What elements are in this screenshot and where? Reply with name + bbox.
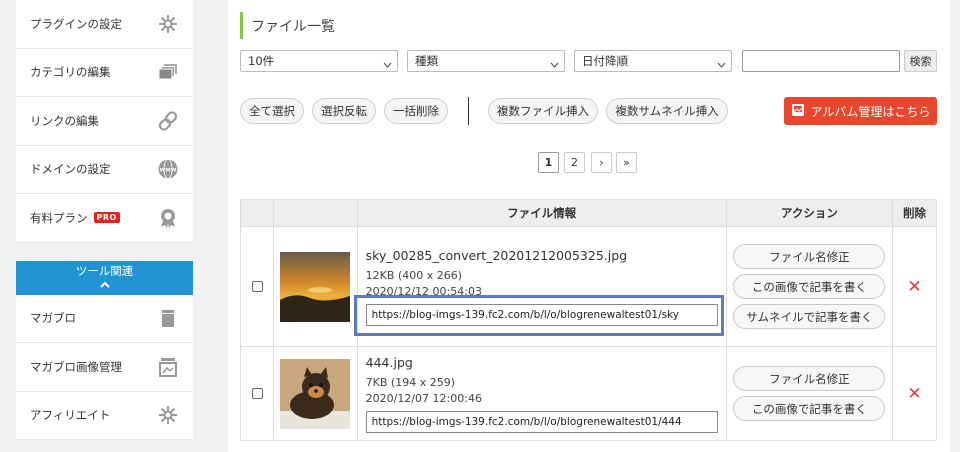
count-select-value: 10件	[248, 54, 275, 68]
sidebar-item-label: アフィリエイト	[30, 408, 111, 423]
insert-multiple-files-button[interactable]: 複数ファイル挿入	[488, 98, 598, 124]
page-title: ファイル一覧	[240, 12, 335, 39]
sort-select-value: 日付降順	[582, 54, 628, 68]
file-url-field[interactable]: https://blog-imgs-139.fc2.com/b/l/o/blog…	[365, 410, 718, 433]
table-header-row: ファイル情報 アクション 削除	[239, 199, 937, 227]
sidebar-item-magablo[interactable]: マガブロ	[16, 295, 193, 343]
chevron-up-icon	[99, 278, 110, 291]
sidebar-item-plugin[interactable]: プラグインの設定	[16, 0, 193, 49]
row-checkbox[interactable]	[251, 281, 263, 292]
thumbnail-image[interactable]	[280, 251, 351, 322]
sidebar: プラグインの設定 カテゴリの編集 リンクの編集 ドメインの設定 www 有料プラ…	[16, 0, 193, 440]
image-manage-icon	[157, 356, 179, 378]
pro-badge: PRO	[93, 212, 120, 224]
sidebar-item-label: ドメインの設定	[30, 162, 111, 177]
divider	[468, 97, 469, 125]
gear-icon	[157, 404, 179, 426]
album-button-label: アルバム管理はこちら	[810, 104, 931, 119]
link-icon	[157, 110, 179, 132]
table-header-checkbox	[239, 199, 275, 227]
svg-text:www: www	[160, 167, 177, 174]
sidebar-item-affiliate[interactable]: アフィリエイト	[16, 392, 193, 440]
row-checkbox[interactable]	[251, 388, 263, 399]
gear-icon	[157, 13, 179, 35]
tools-menu: マガブロ マガブロ画像管理 アフィリエイト	[16, 294, 193, 440]
table-row: 444.jpg 7KB (194 x 259) 2020/12/07 12:00…	[239, 346, 937, 441]
settings-menu: プラグインの設定 カテゴリの編集 リンクの編集 ドメインの設定 www 有料プラ…	[16, 0, 193, 243]
page-2-button[interactable]: 2	[564, 152, 585, 173]
write-article-with-image-button[interactable]: この画像で記事を書く	[733, 396, 886, 421]
album-icon	[791, 103, 805, 120]
tools-header-label: ツール関連	[75, 263, 134, 278]
sidebar-item-label: 有料プラン	[30, 210, 88, 225]
trash-icon	[157, 307, 179, 329]
file-size: 7KB (194 x 259)	[365, 375, 455, 389]
chevron-down-icon	[550, 57, 559, 68]
page-1-button[interactable]: 1	[538, 152, 559, 173]
chevron-down-icon	[383, 57, 392, 68]
sidebar-item-domain[interactable]: ドメインの設定 www	[16, 146, 193, 194]
sidebar-item-magablo-images[interactable]: マガブロ画像管理	[16, 343, 193, 392]
album-manage-button[interactable]: アルバム管理はこちら	[784, 97, 937, 125]
type-select[interactable]: 種類	[407, 50, 565, 72]
delete-icon[interactable]: ✕	[893, 277, 936, 297]
table-header-action: アクション	[725, 199, 894, 227]
sidebar-item-category[interactable]: カテゴリの編集	[16, 49, 193, 97]
chevron-down-icon	[717, 57, 726, 68]
sort-select[interactable]: 日付降順	[574, 50, 732, 72]
rename-file-button[interactable]: ファイル名修正	[733, 366, 886, 391]
bulk-delete-button[interactable]: 一括削除	[384, 98, 448, 124]
sidebar-item-label: カテゴリの編集	[30, 65, 111, 80]
file-date: 2020/12/07 12:00:46	[365, 391, 482, 405]
file-url-field[interactable]: https://blog-imgs-139.fc2.com/b/l/o/blog…	[365, 303, 718, 326]
sidebar-item-label: プラグインの設定	[30, 16, 122, 31]
file-table: ファイル情報 アクション 削除 sky_00285_convert_202012…	[239, 199, 937, 441]
search-button[interactable]: 検索	[904, 50, 937, 72]
sidebar-item-label: リンクの編集	[30, 113, 99, 128]
last-page-button[interactable]: »	[616, 152, 637, 173]
rename-file-button[interactable]: ファイル名修正	[733, 244, 886, 269]
file-size: 12KB (400 x 266)	[365, 268, 462, 282]
write-article-with-thumbnail-button[interactable]: サムネイルで記事を書く	[733, 304, 886, 329]
sidebar-item-label: マガブロ画像管理	[30, 359, 122, 374]
folders-icon	[157, 61, 179, 83]
thumbnail-image[interactable]	[280, 358, 351, 429]
insert-multiple-thumbnails-button[interactable]: 複数サムネイル挿入	[606, 98, 728, 124]
delete-icon[interactable]: ✕	[893, 384, 936, 404]
count-select[interactable]: 10件	[240, 50, 398, 72]
type-select-value: 種類	[415, 54, 438, 68]
sidebar-item-paid-plan[interactable]: 有料プラン PRO	[16, 194, 193, 243]
www-icon: www	[157, 158, 179, 180]
invert-selection-button[interactable]: 選択反転	[312, 98, 376, 124]
table-header-file-info: ファイル情報	[356, 199, 727, 227]
table-header-thumb	[273, 199, 358, 227]
sidebar-item-label: マガブロ	[30, 311, 76, 326]
file-list-panel: ファイル一覧 10件 種類 日付降順 検索 全て選択 選択反転 一括削除 複数フ…	[228, 0, 950, 452]
table-row: sky_00285_convert_20201212005325.jpg 12K…	[239, 226, 937, 347]
select-all-button[interactable]: 全て選択	[240, 98, 304, 124]
search-input[interactable]	[742, 50, 900, 72]
award-icon	[157, 207, 179, 229]
file-date: 2020/12/12 00:54:03	[365, 284, 482, 298]
sidebar-item-link[interactable]: リンクの編集	[16, 97, 193, 146]
write-article-with-image-button[interactable]: この画像で記事を書く	[733, 274, 886, 299]
file-name: 444.jpg	[365, 354, 413, 370]
table-header-delete: 削除	[892, 199, 937, 227]
tools-section-header[interactable]: ツール関連	[16, 260, 193, 295]
file-name: sky_00285_convert_20201212005325.jpg	[365, 247, 628, 263]
next-page-button[interactable]: ›	[591, 152, 612, 173]
